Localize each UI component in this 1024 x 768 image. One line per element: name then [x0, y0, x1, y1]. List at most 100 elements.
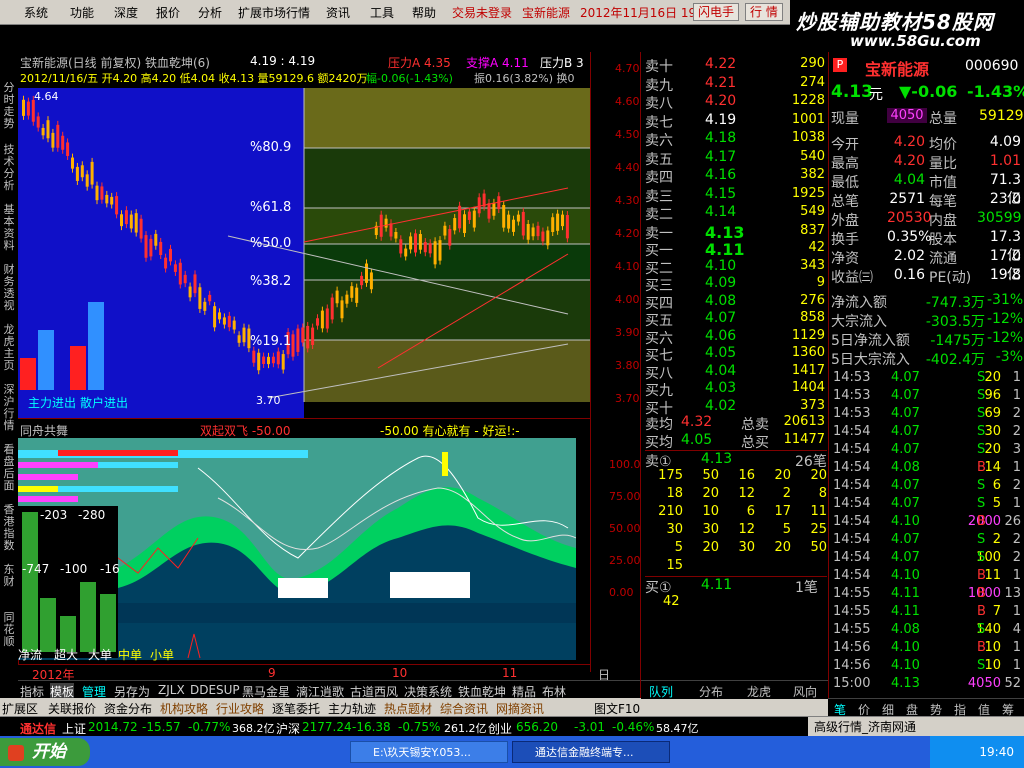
menu-function[interactable]: 功能	[70, 4, 94, 21]
candle-body	[198, 287, 202, 309]
chart-title-values: 4.19 : 4.19	[250, 54, 316, 68]
tab-news[interactable]: 综合资讯	[440, 700, 488, 717]
sell-level-row[interactable]: 卖四 4.16 382	[645, 167, 827, 186]
tab-hot-topics[interactable]: 热点题材	[384, 700, 432, 717]
candle-body	[365, 263, 368, 283]
tab-ths[interactable]: 同花顺	[1, 612, 17, 648]
sell-level-row[interactable]: 卖七 4.19 1001	[645, 111, 827, 131]
buy-level-row[interactable]: 买三 4.09 9	[645, 275, 827, 294]
sell-level-row[interactable]: 卖三 4.15 1925	[645, 186, 827, 205]
tab-f10[interactable]: 图文F10	[594, 700, 640, 717]
tick-time: 14:54	[833, 550, 871, 565]
sell-level-row[interactable]: 卖八 4.20 1228	[645, 93, 827, 112]
candlestick-chart[interactable]: 4.64 3.70 %80.9 %61.8 %50.0 %38.2 %19.1 …	[18, 88, 590, 418]
sell-level-volume: 290	[800, 56, 825, 71]
tab-fund-dist[interactable]: 资金分布	[104, 700, 152, 717]
tab-distribution[interactable]: 分布	[699, 683, 723, 700]
sell-level-row[interactable]: 卖九 4.21 274	[645, 75, 827, 94]
buy-level-row[interactable]: 买十 4.02 373	[645, 398, 827, 417]
sell-level-price: 4.19	[705, 111, 737, 128]
buy-level-row[interactable]: 买二 4.10 343	[645, 258, 827, 277]
tab-technical[interactable]: 技术分析	[1, 144, 17, 192]
tick-row: 14:54 4.10 2000 B 26	[831, 514, 1023, 532]
stock-name: 宝新能源	[865, 60, 930, 79]
tab-dragon-tiger[interactable]: 龙虎	[747, 683, 771, 700]
pressure-a: 压力A 4.35	[388, 56, 451, 70]
high-label: 4.64	[34, 90, 59, 103]
tab-main-trace[interactable]: 主力轨迹	[328, 700, 376, 717]
sell-level-row[interactable]: 卖十 4.22 290	[645, 56, 827, 75]
tab-profile[interactable]: 基本资料	[1, 204, 17, 252]
sell-level-label: 卖四	[645, 170, 673, 186]
flow-pct: -12%	[987, 330, 1024, 346]
menu-system[interactable]: 系统	[24, 4, 48, 21]
sell-level-row[interactable]: 卖五 4.17 540	[645, 149, 827, 168]
menu-quote[interactable]: 报价	[156, 4, 180, 21]
tab-finance[interactable]: 财务透视	[1, 264, 17, 312]
buy-level-row[interactable]: 买六 4.06 1129	[645, 328, 827, 347]
candle-body	[345, 294, 349, 304]
tab-related[interactable]: 关联报价	[48, 700, 96, 717]
total-buy-vol: 11477	[783, 432, 825, 447]
tab-sup[interactable]: SUP	[216, 683, 240, 697]
menu-tools[interactable]: 工具	[370, 4, 394, 21]
avg-sell-label: 卖均	[645, 417, 673, 433]
tick-row: 14:53 4.07 20 S 1	[831, 370, 1023, 388]
tab-order-detail[interactable]: 逐笔委托	[272, 700, 320, 717]
y-tick: 3.90	[615, 326, 640, 339]
tick-volume: 20	[984, 370, 1001, 385]
menu-extended-market[interactable]: 扩展市场行情	[238, 4, 310, 21]
candle-body	[350, 286, 354, 298]
flash-trade-button[interactable]: 闪电手	[693, 3, 740, 21]
buy-level-row[interactable]: 买一 4.11 42	[645, 240, 827, 259]
quote-tabs: 笔 价 细 盘 势 指 值 筹	[828, 698, 1024, 717]
tick-side: B	[977, 586, 986, 601]
buy-level-row[interactable]: 买九 4.03 1404	[645, 380, 827, 399]
tick-volume: 14	[984, 460, 1001, 475]
menu-news[interactable]: 资讯	[326, 4, 350, 21]
now-vol: 4050	[887, 108, 927, 123]
tab-hk[interactable]: 香港指数	[1, 504, 17, 552]
indicator-chart[interactable]: -203 -280 -747 -100 -16 净流 超大 大单 中单 小单	[17, 438, 577, 662]
tab-eastmoney[interactable]: 东财	[1, 564, 17, 588]
candle-body	[512, 219, 515, 232]
tab-industry[interactable]: 行业攻略	[216, 700, 264, 717]
tab-dde[interactable]: DDE	[190, 683, 216, 697]
tab-market[interactable]: 深沪行情	[1, 384, 17, 432]
queue-cell: 5	[782, 522, 791, 537]
taskbar-item-tdx[interactable]: 通达信金融终端专...	[512, 741, 670, 763]
tab-institution[interactable]: 机构攻略	[160, 700, 208, 717]
tab-extension[interactable]: 扩展区	[2, 700, 38, 717]
site-banner: 炒股辅助教材58股网 www.58Gu.com	[790, 0, 1024, 52]
sell-level-row[interactable]: 卖六 4.18 1038	[645, 130, 827, 149]
taskbar-item-explorer[interactable]: E:\玖天锡安Y.053...	[350, 741, 508, 763]
candle-body	[164, 257, 168, 269]
sell-level-row[interactable]: 卖二 4.14 549	[645, 204, 827, 223]
tab-zjlx[interactable]: ZJLX	[158, 683, 185, 697]
tick-row: 15:00 4.13 4050 52	[831, 676, 1023, 694]
tab-queue[interactable]: 队列	[649, 683, 673, 700]
tab-digest[interactable]: 网摘资讯	[496, 700, 544, 717]
tick-side: S	[977, 406, 986, 421]
quote-field-value: 23.0	[989, 191, 1021, 207]
tab-wind[interactable]: 风向	[793, 683, 817, 700]
tab-intraday[interactable]: 分时走势	[1, 82, 17, 130]
flow-pct: -3%	[995, 349, 1023, 365]
buy-level-row[interactable]: 买五 4.07 858	[645, 310, 827, 329]
sell-level-row[interactable]: 卖一 4.13 837	[645, 223, 827, 242]
menu-analysis[interactable]: 分析	[198, 4, 222, 21]
buy-level-row[interactable]: 买四 4.08 276	[645, 293, 827, 312]
queue-cell: 12	[738, 522, 755, 537]
order-book: 卖十 4.22 290 卖九 4.21 274 卖八 4.20 1228 卖七 4.19 1001 卖六…	[640, 52, 829, 700]
tick-price: 4.11	[891, 604, 920, 619]
quote-button[interactable]: 行 情	[745, 3, 783, 21]
tab-dragon[interactable]: 龙虎主页	[1, 324, 17, 372]
queue-buy-price: 4.11	[701, 577, 733, 593]
tick-row: 14:55 4.11 7 B 1	[831, 604, 1023, 622]
menu-depth[interactable]: 深度	[114, 4, 138, 21]
buy-level-row[interactable]: 买八 4.04 1417	[645, 363, 827, 382]
menu-help[interactable]: 帮助	[412, 4, 436, 21]
avg-buy-label: 买均	[645, 435, 673, 451]
buy-level-row[interactable]: 买七 4.05 1360	[645, 345, 827, 364]
tab-watch[interactable]: 看盘后面	[1, 444, 17, 492]
